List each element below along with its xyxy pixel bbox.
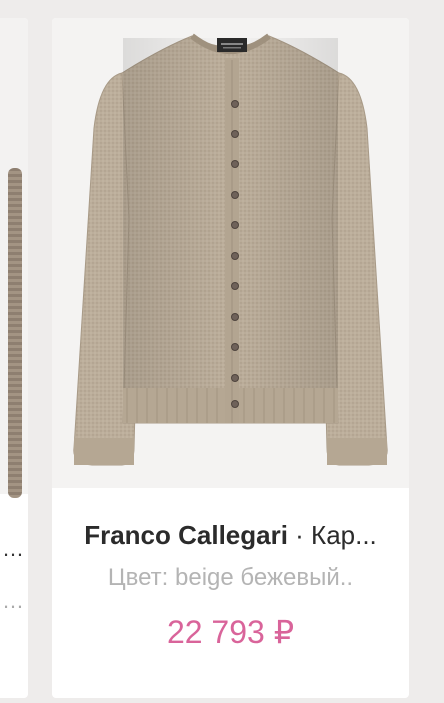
- previous-product-image: [0, 18, 28, 498]
- product-image[interactable]: [52, 18, 409, 488]
- previous-product-sleeve: [8, 168, 22, 498]
- product-carousel: … … Franco Callegari · Кар... Цвет: beig…: [0, 0, 444, 703]
- product-card[interactable]: Franco Callegari · Кар... Цвет: beige бе…: [52, 18, 409, 698]
- previous-product-color-fragment: …: [2, 588, 24, 613]
- title-separator: ·: [287, 520, 312, 550]
- product-color: Цвет: beige бежевый..: [107, 564, 354, 591]
- product-title[interactable]: Franco Callegari · Кар...: [52, 518, 409, 552]
- brand-name: Franco Callegari: [84, 520, 288, 550]
- product-price: 22 793 ₽: [166, 614, 295, 650]
- cardigan-illustration: [73, 33, 388, 466]
- previous-product-title-fragment: …: [2, 536, 24, 561]
- product-info: Franco Callegari · Кар... Цвет: beige бе…: [52, 518, 409, 652]
- previous-product-card[interactable]: … …: [0, 18, 28, 698]
- product-name: Кар...: [311, 520, 377, 550]
